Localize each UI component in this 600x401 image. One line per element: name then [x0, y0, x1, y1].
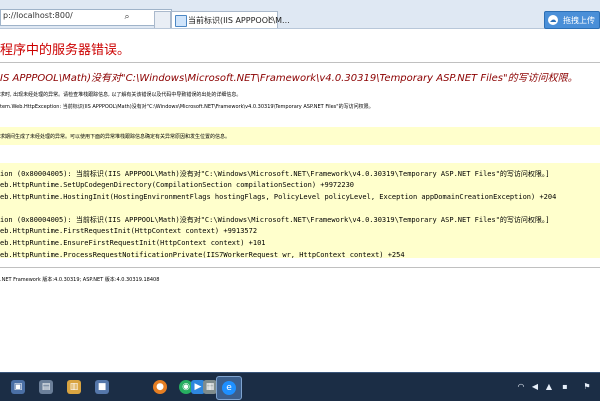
stack-line: eb.HttpRuntime.HostingInit(HostingEnviro…: [0, 193, 557, 201]
stack-line: eb.HttpRuntime.FirstRequestInit(HttpCont…: [0, 227, 258, 235]
firefox-icon: ●: [153, 380, 167, 394]
app-icon: ▣: [11, 380, 25, 394]
taskbar-app[interactable]: ■: [90, 376, 114, 398]
stack-line: eb.HttpRuntime.SetUpCodegenDirectory(Com…: [0, 181, 355, 189]
network-icon[interactable]: ▲: [544, 382, 554, 392]
app-icon: ▤: [39, 380, 53, 394]
keyboard-icon[interactable]: ▪: [560, 382, 570, 392]
browser-titlebar: p://localhost:800/ ⌕ ↻ 当前标识(IIS APPPOOL\…: [0, 0, 600, 29]
wifi-icon[interactable]: ◠: [516, 382, 526, 392]
file-explorer-icon: ▥: [67, 380, 81, 394]
taskbar-app[interactable]: ▥: [62, 376, 86, 398]
divider: [0, 62, 600, 63]
exception-details: tem.Web.HttpException: 当前标识(IIS APPPOOL\…: [0, 104, 374, 110]
taskbar-app-active[interactable]: e: [216, 376, 242, 400]
volume-icon[interactable]: ◀: [530, 382, 540, 392]
tab-active[interactable]: 当前标识(IIS APPPOOL\M... ×: [171, 11, 290, 28]
stack-line: ion (0x80004005): 当前标识(IIS APPPOOL\Math)…: [0, 170, 550, 178]
version-info: .NET Framework 版本:4.0.30319; ASP.NET 版本:…: [0, 277, 160, 283]
page-heading: 程序中的服务器错误。: [0, 43, 131, 58]
windows-taskbar: ▣ ▤ ▥ ■ ● ◉ ▶ ▦ e ◠ ◀ ▲ ▪ ⚑: [0, 372, 600, 401]
taskbar-app[interactable]: ●: [148, 376, 172, 398]
cloud-upload-icon: ☁: [548, 15, 558, 25]
address-bar[interactable]: p://localhost:800/ ⌕ ↻: [0, 9, 172, 26]
page-favicon-icon: [175, 15, 187, 27]
stack-trace-box: ion (0x80004005): 当前标识(IIS APPPOOL\Math)…: [0, 163, 600, 259]
addon-label: 拖拽上传: [563, 16, 595, 25]
divider: [0, 267, 600, 268]
tab-title[interactable]: 当前标识(IIS APPPOOL\M...: [188, 15, 290, 26]
source-error-box: 求期间生成了未经处理的异常。可以使用下面的异常堆栈跟踪信息确定有关异常原因和发生…: [0, 127, 600, 145]
search-icon[interactable]: ⌕: [121, 11, 133, 23]
app-icon: ■: [95, 380, 109, 394]
stack-line: eb.HttpRuntime.EnsureFirstRequestInit(Ht…: [0, 239, 266, 247]
app-icon: ▦: [203, 380, 217, 394]
stack-line: ion (0x80004005): 当前标识(IIS APPPOOL\Math)…: [0, 216, 550, 224]
stack-line: eb.HttpRuntime.ProcessRequestNotificatio…: [0, 251, 405, 259]
source-error-text: 求期间生成了未经处理的异常。可以使用下面的异常堆栈跟踪信息确定有关异常原因和发生…: [0, 134, 231, 140]
taskbar-app[interactable]: ▣: [6, 376, 30, 398]
tab-close-icon[interactable]: ×: [267, 14, 274, 23]
internet-explorer-icon: e: [222, 381, 236, 395]
error-title: IS APPPOOL\Math)没有对"C:\Windows\Microsoft…: [0, 73, 578, 84]
taskbar-app[interactable]: ▤: [34, 376, 58, 398]
upload-addon-button[interactable]: ☁ 拖拽上传: [544, 11, 600, 29]
flag-icon[interactable]: ⚑: [582, 382, 592, 392]
error-page: 程序中的服务器错误。 IS APPPOOL\Math)没有对"C:\Window…: [0, 29, 600, 371]
address-url[interactable]: p://localhost:800/: [3, 11, 73, 20]
tab-inactive[interactable]: [154, 11, 171, 28]
error-description: 求时, 出现未经处理的异常。请检查堆栈跟踪信息, 以了解有关该错误以及代码中导致…: [0, 92, 242, 98]
